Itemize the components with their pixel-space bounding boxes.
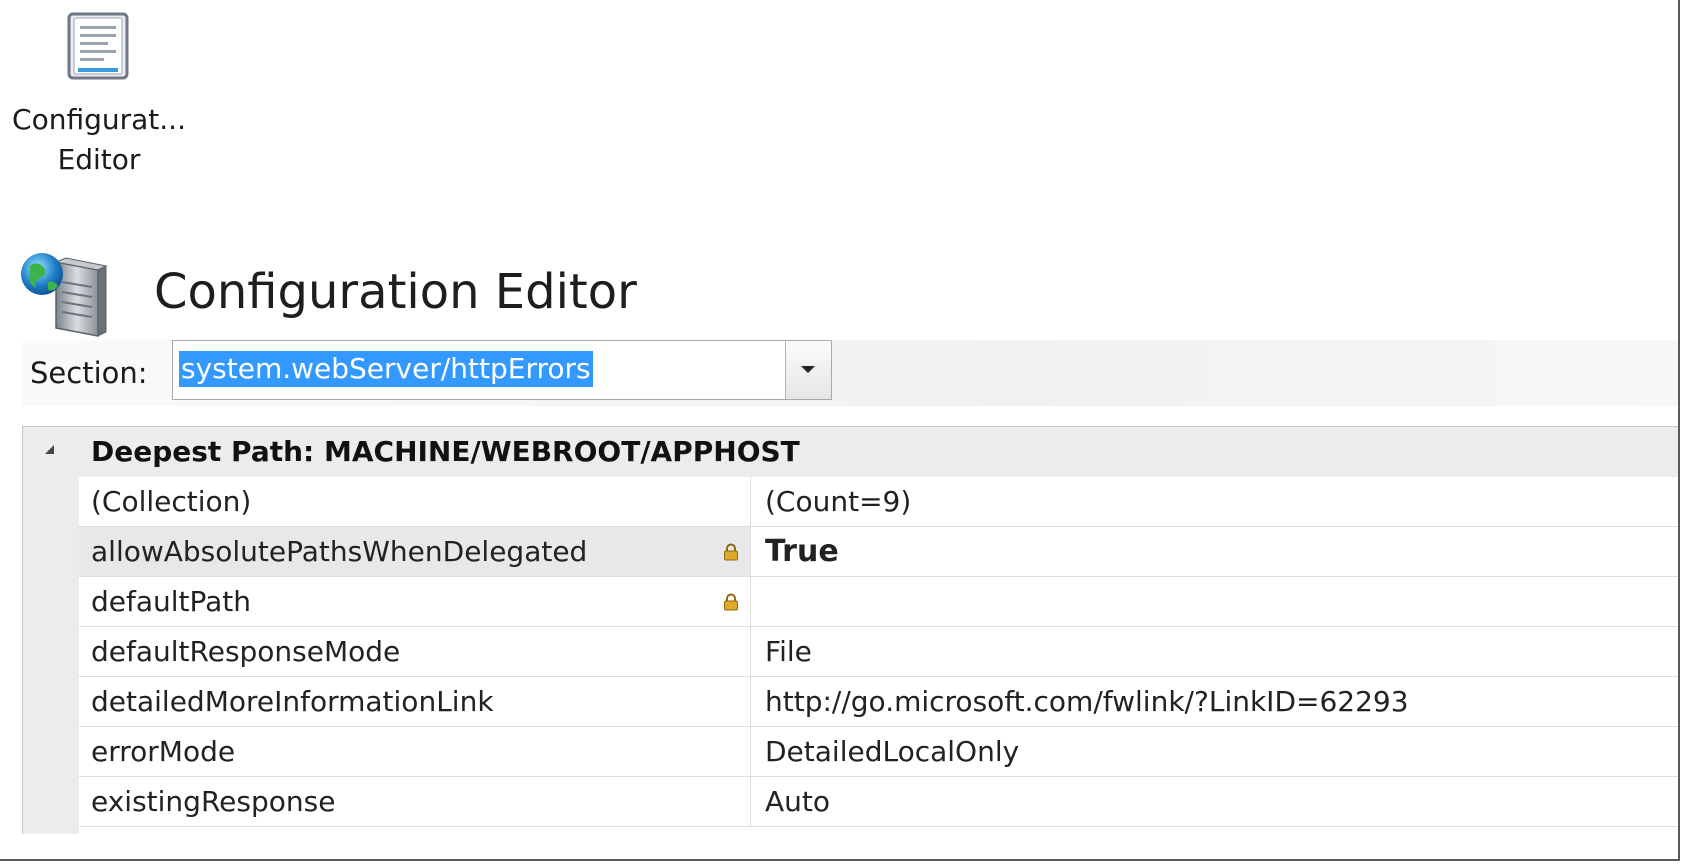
category-label: Deepest Path: MACHINE/WEBROOT/APPHOST (91, 435, 800, 468)
grid-gutter (23, 427, 79, 834)
property-name-cell[interactable]: (Collection) (79, 477, 751, 526)
section-combobox[interactable]: system.webServer/httpErrors (172, 340, 832, 400)
section-label: Section: (30, 356, 148, 390)
grid-row-existing-response[interactable]: existingResponse Auto (79, 777, 1678, 827)
page-title: Configuration Editor (154, 264, 637, 320)
property-name: existingResponse (91, 785, 336, 818)
section-dropdown-button[interactable] (785, 341, 831, 399)
property-value[interactable]: True (765, 534, 839, 570)
lock-icon (724, 543, 738, 561)
property-value[interactable]: http://go.microsoft.com/fwlink/?LinkID=6… (765, 684, 1409, 720)
grid-row-error-mode[interactable]: errorMode DetailedLocalOnly (79, 727, 1678, 777)
property-name: errorMode (91, 735, 236, 768)
grid-row-detailed-more-information-link[interactable]: detailedMoreInformationLink http://go.mi… (79, 677, 1678, 727)
category-row[interactable]: Deepest Path: MACHINE/WEBROOT/APPHOST (23, 427, 1678, 477)
grid-row-collection[interactable]: (Collection) (Count=9) (79, 477, 1678, 527)
grid-row-default-response-mode[interactable]: defaultResponseMode File (79, 627, 1678, 677)
chevron-down-icon (801, 366, 815, 373)
grid-row-default-path[interactable]: defaultPath (79, 577, 1678, 627)
property-grid[interactable]: Deepest Path: MACHINE/WEBROOT/APPHOST (C… (22, 426, 1678, 834)
property-name-cell[interactable]: defaultPath (79, 577, 751, 626)
property-name: (Collection) (91, 485, 252, 518)
server-globe-icon (21, 253, 108, 337)
property-name-cell[interactable]: existingResponse (79, 777, 751, 826)
property-name-cell[interactable]: errorMode (79, 727, 751, 776)
feature-tile-label-line2: Editor (57, 143, 141, 176)
property-name-cell[interactable]: defaultResponseMode (79, 627, 751, 676)
property-name: defaultResponseMode (91, 635, 401, 668)
property-value[interactable]: (Count=9) (765, 484, 911, 520)
lock-icon (724, 593, 738, 611)
property-value[interactable]: Auto (765, 784, 830, 820)
collapse-triangle-icon[interactable] (45, 445, 54, 454)
section-bar: Section: system.webServer/httpErrors (22, 340, 1678, 406)
feature-tile-label-line1: Configurat... (12, 103, 186, 136)
property-name: allowAbsolutePathsWhenDelegated (91, 535, 588, 568)
section-combobox-value[interactable]: system.webServer/httpErrors (179, 351, 593, 387)
property-name: defaultPath (91, 585, 252, 618)
property-name-cell[interactable]: allowAbsolutePathsWhenDelegated (79, 527, 751, 576)
page-header: Configuration Editor (20, 248, 920, 340)
property-name: detailedMoreInformationLink (91, 685, 494, 718)
document-icon (67, 12, 129, 80)
property-value[interactable]: DetailedLocalOnly (765, 734, 1019, 770)
feature-tile-label: Configurat... Editor (6, 100, 192, 180)
configuration-editor-feature-tile[interactable]: Configurat... Editor (6, 12, 192, 180)
property-value[interactable]: File (765, 634, 812, 670)
grid-row-allow-absolute-paths-when-delegated[interactable]: allowAbsolutePathsWhenDelegated True (79, 527, 1678, 577)
property-name-cell[interactable]: detailedMoreInformationLink (79, 677, 751, 726)
